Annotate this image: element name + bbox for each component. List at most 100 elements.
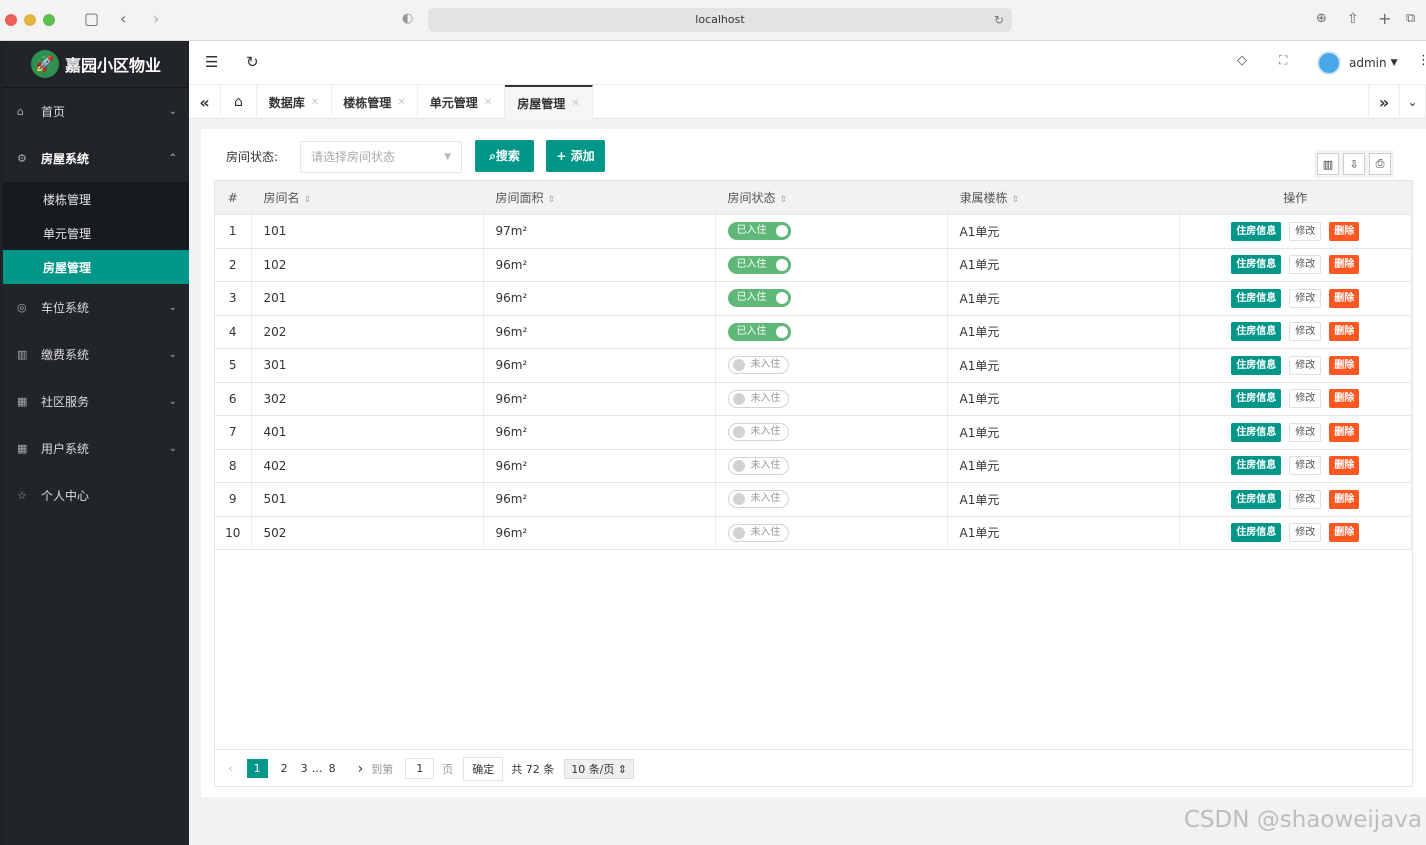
close-icon[interactable]: ✕: [484, 97, 492, 108]
column-header[interactable]: 隶属楼栋 ⇕: [947, 181, 1180, 215]
sidebar-item-house-system[interactable]: ⚙ 房屋系统 ⌃: [3, 135, 189, 182]
submenu-item-building[interactable]: 楼栋管理: [3, 182, 189, 216]
housing-info-button[interactable]: 住房信息: [1231, 422, 1282, 442]
edit-button[interactable]: 修改: [1289, 322, 1322, 342]
close-icon[interactable]: ✕: [397, 97, 405, 108]
housing-info-button[interactable]: 住房信息: [1231, 288, 1282, 308]
page-3[interactable]: 3: [301, 762, 308, 775]
back-icon[interactable]: ‹: [120, 9, 126, 29]
brand-logo[interactable]: 🚀 嘉园小区物业: [3, 41, 189, 88]
delete-button[interactable]: 删除: [1329, 456, 1360, 476]
reload-icon[interactable]: ↻: [994, 8, 1004, 32]
tabs-dropdown-icon[interactable]: ⌄: [1400, 85, 1426, 119]
housing-info-button[interactable]: 住房信息: [1231, 355, 1282, 375]
page-8[interactable]: 8: [329, 762, 336, 775]
housing-info-button[interactable]: 住房信息: [1231, 389, 1282, 409]
delete-button[interactable]: 删除: [1329, 221, 1360, 241]
next-page-icon[interactable]: ›: [358, 761, 364, 777]
edit-button[interactable]: 修改: [1289, 422, 1322, 442]
edit-button[interactable]: 修改: [1289, 456, 1322, 476]
collapse-menu-icon[interactable]: ☰: [205, 53, 218, 71]
search-button[interactable]: ⌕搜索: [475, 140, 534, 172]
page-input[interactable]: 1: [405, 758, 435, 779]
edit-button[interactable]: 修改: [1289, 355, 1322, 375]
sidebar-item-profile[interactable]: ☆ 个人中心: [3, 472, 189, 519]
status-switch[interactable]: 未入住: [727, 389, 789, 408]
status-switch[interactable]: 已入住: [727, 289, 791, 308]
tab-building[interactable]: 楼栋管理 ✕: [332, 85, 418, 119]
per-page-select[interactable]: 10 条/页 ⇕: [564, 758, 635, 779]
submenu-item-house[interactable]: 房屋管理: [3, 250, 189, 284]
address-bar[interactable]: localhost ↻: [428, 8, 1012, 32]
download-icon[interactable]: ⊕: [1316, 9, 1327, 29]
column-header[interactable]: 房间状态 ⇕: [715, 181, 948, 215]
delete-button[interactable]: 删除: [1329, 422, 1360, 442]
column-header[interactable]: 房间面积 ⇕: [483, 181, 716, 215]
tabs-scroll-right-icon[interactable]: »: [1368, 85, 1400, 119]
status-switch[interactable]: 已入住: [727, 322, 791, 341]
column-header[interactable]: 房间名 ⇕: [251, 181, 484, 215]
sidebar-item-payment[interactable]: ▥ 缴费系统 ⌄: [3, 331, 189, 378]
tab-house[interactable]: 房屋管理 ✕: [505, 85, 593, 119]
close-window-button[interactable]: [5, 14, 17, 26]
status-switch[interactable]: 未入住: [727, 490, 789, 509]
edit-button[interactable]: 修改: [1289, 221, 1322, 241]
export-icon[interactable]: ⇩: [1343, 153, 1365, 175]
delete-button[interactable]: 删除: [1329, 389, 1360, 409]
fullscreen-icon[interactable]: ⛶: [1279, 53, 1287, 68]
close-icon[interactable]: ✕: [571, 98, 579, 109]
sidebar-item-parking[interactable]: ◎ 车位系统 ⌄: [3, 284, 189, 331]
edit-button[interactable]: 修改: [1289, 389, 1322, 409]
add-button[interactable]: + 添加: [546, 140, 605, 172]
columns-icon[interactable]: ▥: [1317, 153, 1339, 175]
status-switch[interactable]: 未入住: [727, 456, 789, 475]
housing-info-button[interactable]: 住房信息: [1231, 523, 1282, 543]
status-select[interactable]: 请选择房间状态 ▼: [300, 141, 462, 173]
page-2[interactable]: 2: [281, 762, 288, 775]
status-switch[interactable]: 已入住: [727, 222, 791, 241]
edit-button[interactable]: 修改: [1289, 255, 1322, 275]
sidebar-item-home[interactable]: ⌂ 首页 ⌄: [3, 88, 189, 135]
refresh-icon[interactable]: ↻: [246, 53, 259, 71]
edit-button[interactable]: 修改: [1289, 523, 1322, 543]
delete-button[interactable]: 删除: [1329, 255, 1360, 275]
status-switch[interactable]: 未入住: [727, 523, 789, 542]
housing-info-button[interactable]: 住房信息: [1231, 221, 1282, 241]
delete-button[interactable]: 删除: [1329, 523, 1360, 543]
submenu-item-unit[interactable]: 单元管理: [3, 216, 189, 250]
more-icon[interactable]: ⋮: [1417, 53, 1426, 68]
minimize-window-button[interactable]: [24, 14, 36, 26]
print-icon[interactable]: ⎙: [1369, 153, 1391, 175]
tabs-overview-icon[interactable]: ⧉: [1406, 9, 1415, 29]
housing-info-button[interactable]: 住房信息: [1231, 322, 1282, 342]
status-switch[interactable]: 未入住: [727, 423, 789, 442]
edit-button[interactable]: 修改: [1289, 489, 1322, 509]
sidebar-toggle-icon[interactable]: ▢: [84, 9, 99, 29]
home-tab-icon[interactable]: ⌂: [221, 85, 257, 119]
delete-button[interactable]: 删除: [1329, 355, 1360, 375]
tabs-scroll-left-icon[interactable]: «: [189, 85, 221, 119]
close-icon[interactable]: ✕: [311, 97, 319, 108]
zoom-window-button[interactable]: [43, 14, 55, 26]
tab-unit[interactable]: 单元管理 ✕: [418, 85, 505, 119]
status-switch[interactable]: 已入住: [727, 255, 791, 274]
status-switch[interactable]: 未入住: [727, 356, 789, 375]
tag-icon[interactable]: ◇: [1237, 53, 1247, 68]
housing-info-button[interactable]: 住房信息: [1231, 255, 1282, 275]
page-1[interactable]: 1: [246, 759, 268, 778]
new-tab-icon[interactable]: +: [1378, 9, 1391, 29]
prev-page-icon[interactable]: ‹: [228, 761, 234, 777]
edit-button[interactable]: 修改: [1289, 288, 1322, 308]
delete-button[interactable]: 删除: [1329, 288, 1360, 308]
delete-button[interactable]: 删除: [1329, 322, 1360, 342]
forward-icon[interactable]: ›: [153, 9, 159, 29]
housing-info-button[interactable]: 住房信息: [1231, 489, 1282, 509]
share-icon[interactable]: ⇧: [1347, 9, 1359, 29]
delete-button[interactable]: 删除: [1329, 489, 1360, 509]
sidebar-item-community[interactable]: ▦ 社区服务 ⌄: [3, 378, 189, 425]
tab-database[interactable]: 数据库 ✕: [257, 85, 332, 119]
housing-info-button[interactable]: 住房信息: [1231, 456, 1282, 476]
sidebar-item-users[interactable]: ▦ 用户系统 ⌄: [3, 425, 189, 472]
user-menu[interactable]: admin ▼: [1317, 51, 1398, 75]
confirm-button[interactable]: 确定: [463, 756, 504, 781]
